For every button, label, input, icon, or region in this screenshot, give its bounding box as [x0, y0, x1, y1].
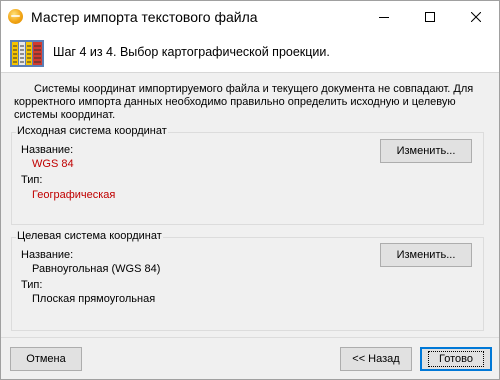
target-name-value: Равноугольная (WGS 84) [32, 263, 161, 275]
cancel-button[interactable]: Отмена [10, 347, 82, 371]
source-system-legend: Исходная система координат [16, 125, 168, 137]
target-type-value: Плоская прямоугольная [32, 293, 156, 305]
app-icon [8, 9, 23, 24]
source-type-label: Тип: [21, 174, 43, 186]
finish-button[interactable]: Готово [420, 347, 492, 371]
source-type-value: Географическая [32, 189, 116, 201]
wizard-step-icon [10, 40, 44, 67]
step-heading: Шаг 4 из 4. Выбор картографической проек… [53, 45, 330, 59]
source-name-label: Название: [21, 144, 74, 156]
minimize-button[interactable] [361, 1, 407, 32]
target-system-legend: Целевая система координат [16, 230, 163, 242]
source-name-value: WGS 84 [32, 158, 74, 170]
description-text: Системы координат импортируемого файла и… [14, 83, 474, 121]
target-name-label: Название: [21, 249, 74, 261]
target-type-label: Тип: [21, 279, 43, 291]
import-wizard-window: Мастер импорта текстового файла Шаг 4 из… [0, 0, 500, 380]
finish-button-label: Готово [428, 351, 484, 367]
target-system-group: Целевая система координат Название: Равн… [11, 230, 484, 331]
footer-divider [1, 337, 499, 338]
close-button[interactable] [453, 1, 499, 32]
title-bar[interactable]: Мастер импорта текстового файла [1, 1, 499, 32]
source-change-button[interactable]: Изменить... [380, 139, 472, 163]
maximize-icon [425, 11, 435, 22]
window-title: Мастер импорта текстового файла [31, 9, 258, 25]
wizard-header: Шаг 4 из 4. Выбор картографической проек… [1, 32, 499, 73]
target-change-button[interactable]: Изменить... [380, 243, 472, 267]
maximize-button[interactable] [407, 1, 453, 32]
close-icon [471, 11, 481, 22]
back-button[interactable]: << Назад [340, 347, 412, 371]
source-system-group: Исходная система координат Название: WGS… [11, 125, 484, 225]
minimize-icon [379, 16, 389, 18]
